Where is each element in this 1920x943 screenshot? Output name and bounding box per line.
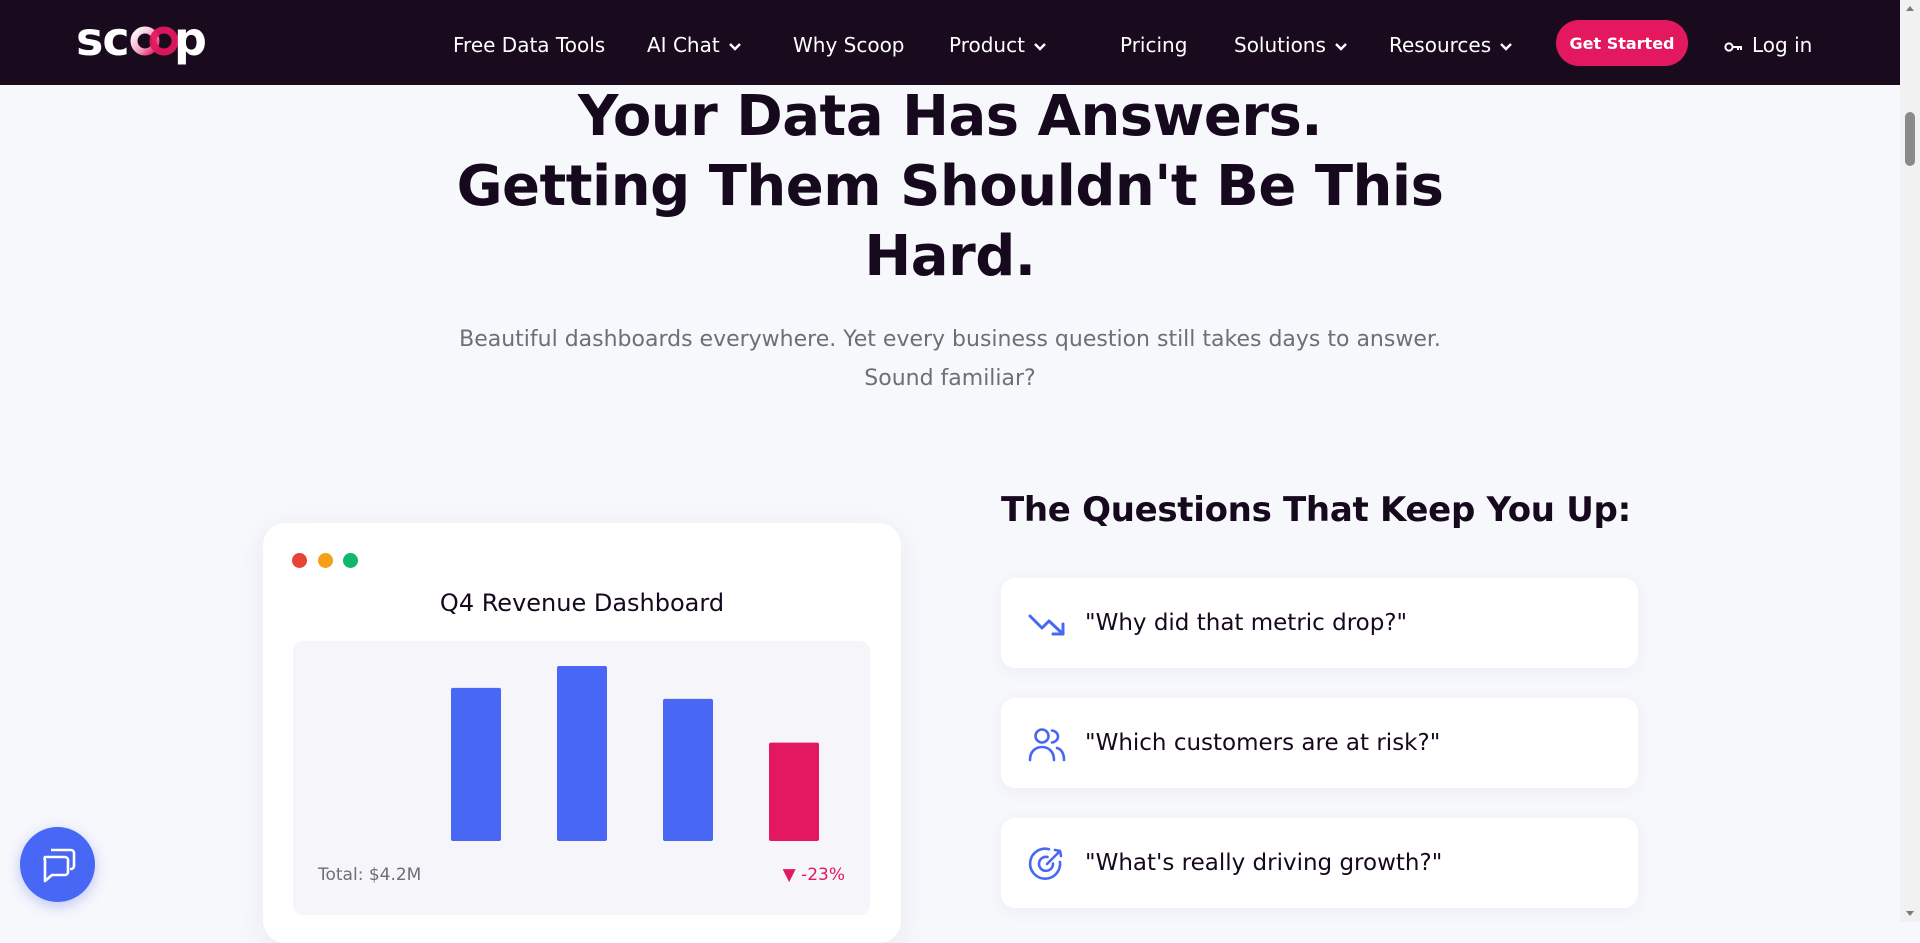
chevron-down-icon bbox=[1034, 42, 1046, 51]
question-text: "Why did that metric drop?" bbox=[1085, 610, 1408, 636]
question-text: "What's really driving growth?" bbox=[1085, 850, 1443, 876]
nav-ai-chat[interactable]: AI Chat bbox=[647, 28, 742, 62]
question-text: "Which customers are at risk?" bbox=[1085, 730, 1441, 756]
nav-resources[interactable]: Resources bbox=[1389, 28, 1513, 62]
users-icon bbox=[1028, 728, 1066, 762]
target-icon bbox=[1028, 847, 1063, 880]
chart-bar bbox=[557, 666, 607, 841]
chevron-down-icon bbox=[728, 42, 741, 51]
chart-bar bbox=[451, 687, 501, 841]
nav-label: Solutions bbox=[1234, 33, 1326, 57]
question-card[interactable]: "Why did that metric drop?" bbox=[1001, 578, 1638, 668]
nav-free-data-tools[interactable]: Free Data Tools bbox=[453, 28, 605, 62]
questions-heading: The Questions That Keep You Up: bbox=[1001, 490, 1631, 530]
chevron-down-icon bbox=[1500, 42, 1512, 51]
nav-why-scoop[interactable]: Why Scoop bbox=[793, 28, 905, 62]
hero-title: Your Data Has Answers. Getting Them Shou… bbox=[400, 82, 1500, 292]
chart-bar bbox=[663, 698, 713, 841]
login-link[interactable]: Log in bbox=[1724, 28, 1812, 62]
nav-label: Why Scoop bbox=[793, 33, 905, 57]
total-value: Total: $4.2M bbox=[318, 865, 422, 885]
scrollbar-thumb[interactable] bbox=[1905, 112, 1915, 166]
login-label: Log in bbox=[1752, 33, 1813, 57]
nav-product[interactable]: Product bbox=[949, 28, 1047, 62]
nav-pricing[interactable]: Pricing bbox=[1120, 28, 1187, 62]
hero-title-line-1: Your Data Has Answers. bbox=[577, 84, 1323, 149]
page-scrollbar[interactable] bbox=[1900, 0, 1920, 922]
nav-label: Product bbox=[949, 33, 1025, 57]
dashboard-title: Q4 Revenue Dashboard bbox=[439, 589, 725, 617]
question-card[interactable]: "What's really driving growth?" bbox=[1001, 818, 1638, 908]
window-dot-green bbox=[343, 553, 358, 568]
key-icon bbox=[1724, 41, 1742, 52]
chart-bar bbox=[769, 742, 819, 841]
trend-down-icon bbox=[1028, 614, 1065, 636]
chevron-down-icon bbox=[1335, 42, 1347, 51]
dashboard-card: Q4 Revenue Dashboard Total: $4.2M ▼ -23% bbox=[263, 523, 901, 943]
window-dot-yellow bbox=[318, 553, 333, 568]
scoop-logo[interactable]: sc p bbox=[76, 14, 226, 64]
nav-label: Free Data Tools bbox=[453, 33, 606, 57]
nav-label: AI Chat bbox=[647, 33, 720, 57]
revenue-chart: Total: $4.2M ▼ -23% bbox=[293, 641, 870, 915]
chat-widget-button[interactable] bbox=[20, 827, 95, 902]
scroll-down-arrow-icon[interactable] bbox=[1906, 911, 1914, 916]
scroll-up-arrow-icon[interactable] bbox=[1906, 6, 1914, 11]
chat-icon bbox=[43, 848, 76, 883]
window-dot-red bbox=[292, 553, 307, 568]
nav-label: Pricing bbox=[1120, 33, 1188, 57]
hero-title-line-3: Hard. bbox=[864, 224, 1036, 289]
question-card[interactable]: "Which customers are at risk?" bbox=[1001, 698, 1638, 788]
change-badge: ▼ -23% bbox=[782, 865, 845, 885]
bar-chart-svg bbox=[451, 666, 819, 841]
top-navbar: sc p Free Data Tools AI Chat Why Scoop P… bbox=[0, 0, 1900, 85]
nav-label: Resources bbox=[1389, 33, 1492, 57]
nav-solutions[interactable]: Solutions bbox=[1234, 28, 1348, 62]
get-started-button[interactable]: Get Started bbox=[1556, 20, 1688, 66]
hero-subtitle: Beautiful dashboards everywhere. Yet eve… bbox=[459, 327, 1441, 391]
hero-title-line-2: Getting Them Shouldn't Be This bbox=[456, 154, 1444, 219]
